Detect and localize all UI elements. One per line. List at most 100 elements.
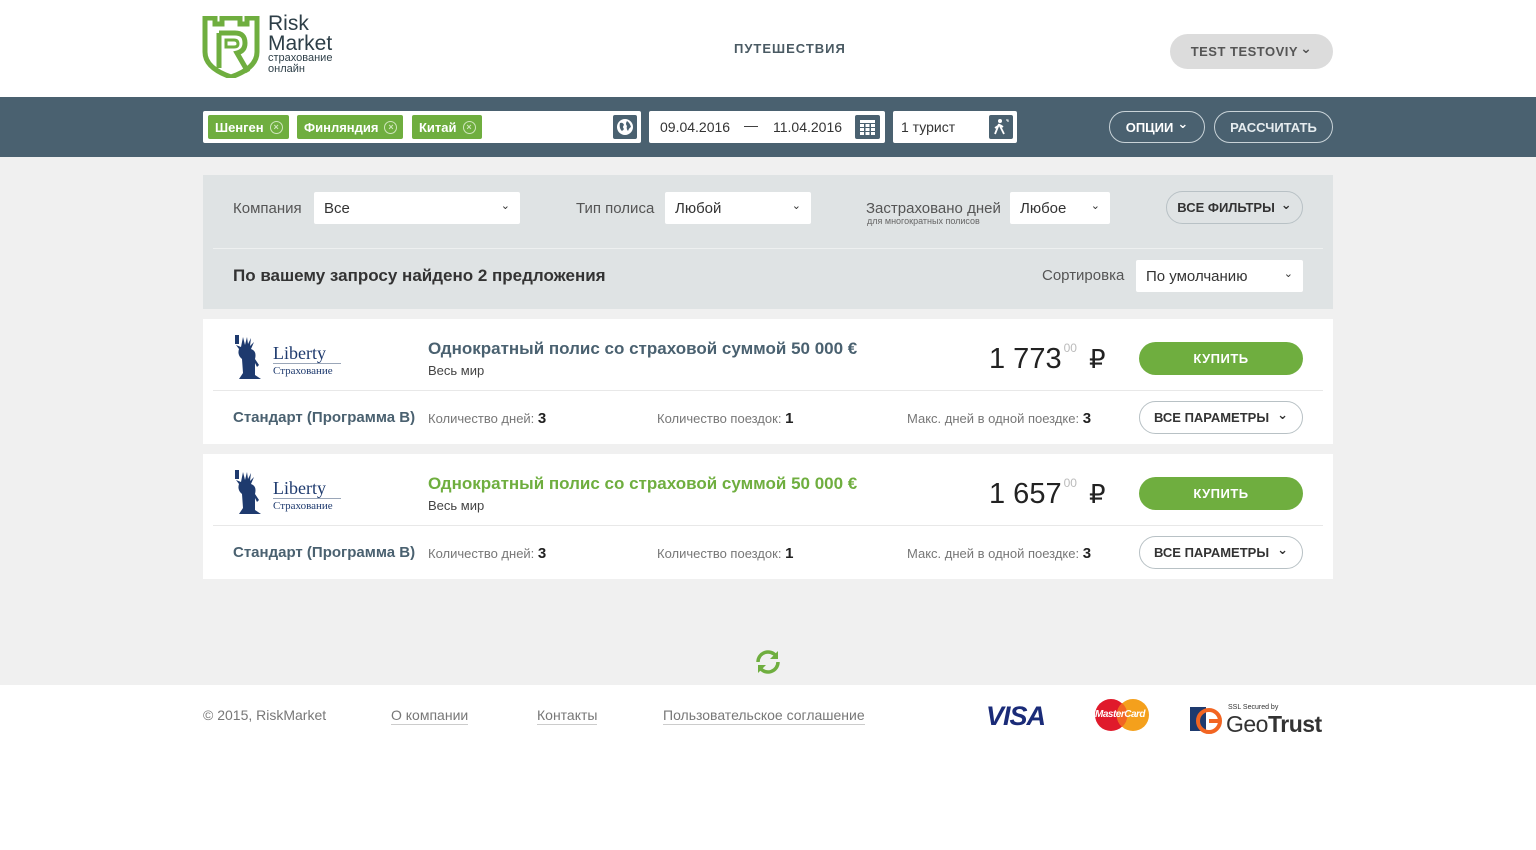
offer-program: Стандарт (Программа В) (233, 544, 416, 561)
tourists-input[interactable]: 1 турист (893, 111, 1017, 143)
ruble-icon: ₽ (1089, 344, 1106, 374)
refresh-icon[interactable] (753, 647, 783, 677)
walker-icon[interactable] (989, 115, 1013, 139)
ruble-icon: ₽ (1089, 479, 1106, 509)
offer-price: 1 773 00 (989, 341, 1077, 376)
geotrust-icon (1190, 707, 1222, 734)
all-params-button[interactable]: ВСЕ ПАРАМЕТРЫ ⌄ (1139, 401, 1303, 434)
date-to[interactable]: 11.04.2016 (773, 119, 842, 135)
chevron-down-icon: ⌄ (500, 200, 510, 212)
copyright: © 2015, RiskMarket (203, 707, 327, 723)
chevron-down-icon: ⌄ (1090, 200, 1100, 212)
geotrust-logo: SSL Secured by GeoTrust (1190, 703, 1330, 738)
all-filters-label: ВСЕ ФИЛЬТРЫ (1177, 200, 1275, 215)
date-range-input[interactable]: 09.04.2016 — 11.04.2016 (649, 111, 885, 143)
logo-subtitle-2: онлайн (268, 63, 305, 75)
offer-price: 1 657 00 (989, 476, 1077, 511)
all-filters-button[interactable]: ВСЕ ФИЛЬТРЫ ⌄ (1166, 191, 1303, 224)
insurer-sub: Страхование (273, 365, 333, 377)
policy-type-value: Любой (675, 200, 722, 217)
divider (213, 525, 1323, 526)
mastercard-logo: MasterCard (1094, 698, 1152, 732)
liberty-logo: Liberty Страхование (233, 470, 345, 516)
buy-button[interactable]: КУПИТЬ (1139, 477, 1303, 510)
sort-select[interactable]: По умолчанию ⌄ (1136, 260, 1303, 292)
price-kopecks: 00 (1063, 476, 1077, 490)
param-trips-label: Количество поездок: (657, 411, 782, 426)
destination-tag-schengen[interactable]: Шенген × (208, 115, 289, 139)
footer: © 2015, RiskMarket О компании Контакты П… (0, 685, 1536, 850)
param-max-days: Макс. дней в одной поездке: 3 (907, 545, 1091, 562)
sort-label: Сортировка (1042, 267, 1125, 284)
chevron-down-icon: ⌄ (1280, 196, 1292, 212)
destination-tag-china[interactable]: Китай × (412, 115, 482, 139)
all-params-button[interactable]: ВСЕ ПАРАМЕТРЫ ⌄ (1139, 536, 1303, 569)
insured-days-select[interactable]: Любое ⌄ (1010, 192, 1110, 224)
globe-icon[interactable] (613, 115, 637, 139)
param-trips: Количество поездок: 1 (657, 410, 793, 427)
calculate-button[interactable]: РАССЧИТАТЬ (1214, 111, 1333, 143)
date-separator: — (744, 117, 758, 133)
param-trips: Количество поездок: 1 (657, 545, 793, 562)
policy-type-select[interactable]: Любой ⌄ (665, 192, 811, 224)
offer-title[interactable]: Однократный полис со страховой суммой 50… (428, 474, 857, 494)
user-menu-button[interactable]: TEST TESTOVIY ⌄ (1170, 34, 1333, 69)
price-kopecks: 00 (1063, 341, 1077, 355)
footer-link-agreement[interactable]: Пользовательское соглашение (663, 707, 865, 725)
tag-remove-icon[interactable]: × (269, 120, 283, 134)
param-trips-value: 1 (785, 545, 794, 562)
price-main: 1 657 (989, 478, 1062, 510)
insurer-name: Liberty (273, 343, 326, 363)
offer-title[interactable]: Однократный полис со страховой суммой 50… (428, 339, 857, 359)
company-select[interactable]: Все ⌄ (314, 192, 520, 224)
visa-logo: VISA (986, 701, 1046, 731)
destination-input[interactable]: Шенген × Финляндия × Китай × (203, 111, 641, 143)
nav-travel-link[interactable]: ПУТЕШЕСТВИЯ (734, 41, 846, 56)
company-value: Все (324, 200, 350, 217)
statue-of-liberty-icon (235, 335, 261, 379)
logo-shield-icon (202, 16, 260, 78)
param-max-days-value: 3 (1082, 410, 1092, 427)
param-trips-value: 1 (785, 410, 794, 427)
footer-link-about[interactable]: О компании (391, 707, 469, 725)
logo-rule (273, 363, 341, 364)
param-days-label: Количество дней: (428, 546, 535, 561)
riskmarket-logo[interactable]: Risk Market страхование онлайн (202, 13, 352, 80)
options-button[interactable]: ОПЦИИ ⌄ (1109, 111, 1205, 143)
insurer-name: Liberty (273, 478, 326, 498)
liberty-logo: Liberty Страхование (233, 335, 345, 381)
tag-label: Китай (419, 119, 457, 135)
offer-card: Liberty Страхование Однократный полис со… (203, 454, 1333, 579)
company-label: Компания (233, 200, 302, 217)
offer-program: Стандарт (Программа В) (233, 409, 416, 426)
param-max-days-label: Макс. дней в одной поездке: (907, 411, 1080, 426)
footer-link-contacts[interactable]: Контакты (537, 707, 598, 725)
calendar-icon[interactable] (855, 115, 880, 139)
all-params-label: ВСЕ ПАРАМЕТРЫ (1154, 410, 1270, 425)
geotrust-trust: Trust (1267, 711, 1322, 737)
geotrust-ssl-text: SSL Secured by (1228, 704, 1279, 711)
logo-rule (273, 498, 341, 499)
param-max-days: Макс. дней в одной поездке: 3 (907, 410, 1091, 427)
date-from[interactable]: 09.04.2016 (660, 119, 730, 135)
param-trips-label: Количество поездок: (657, 546, 782, 561)
tag-remove-icon[interactable]: × (462, 120, 476, 134)
chevron-down-icon: ⌄ (1277, 541, 1288, 557)
divider (213, 390, 1323, 391)
chevron-down-icon: ⌄ (1177, 116, 1189, 131)
tourists-value: 1 турист (901, 119, 956, 135)
header: Risk Market страхование онлайн ПУТЕШЕСТВ… (0, 0, 1536, 97)
divider (213, 248, 1323, 249)
options-label: ОПЦИИ (1125, 119, 1174, 135)
search-bar: Шенген × Финляндия × Китай × 09.04.2016 … (0, 97, 1536, 157)
chevron-down-icon: ⌄ (791, 200, 801, 212)
main-content: Компания Все ⌄ Тип полиса Любой ⌄ Застра… (0, 157, 1536, 685)
buy-button[interactable]: КУПИТЬ (1139, 342, 1303, 375)
chevron-down-icon: ⌄ (1300, 40, 1313, 56)
param-days-value: 3 (537, 545, 547, 562)
destination-tag-finland[interactable]: Финляндия × (297, 115, 404, 139)
tag-label: Шенген (215, 119, 264, 135)
geotrust-text: GeoTrust (1226, 711, 1322, 738)
geotrust-geo: Geo (1226, 711, 1268, 737)
tag-remove-icon[interactable]: × (384, 120, 398, 134)
